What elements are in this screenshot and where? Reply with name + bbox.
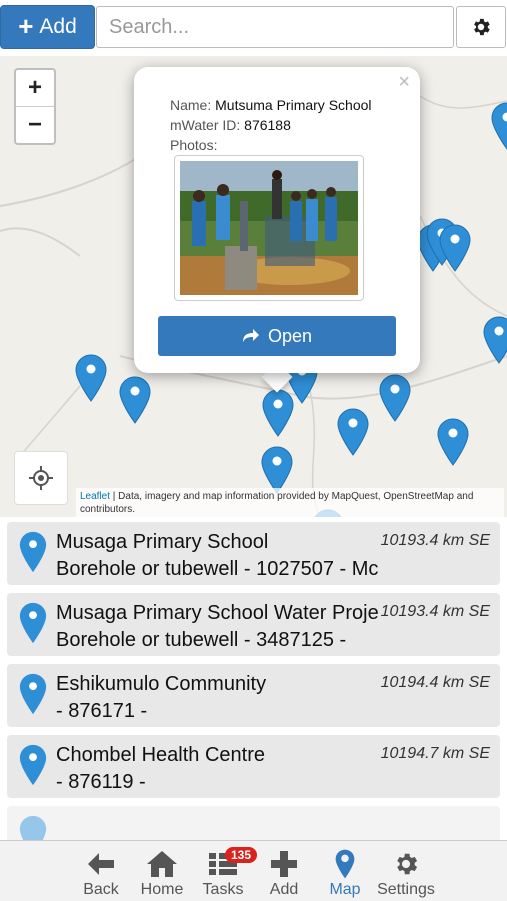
- settings-button[interactable]: [456, 6, 506, 48]
- locate-me-button[interactable]: [14, 451, 68, 505]
- item-details: - 876171 -: [56, 700, 378, 723]
- results-list: Musaga Primary School Borehole or tubewe…: [0, 517, 507, 840]
- bottom-nav: Back Home 135 Tasks Add Map Settings: [0, 840, 507, 901]
- map-marker[interactable]: [379, 374, 411, 422]
- list-item-partial[interactable]: [7, 806, 500, 840]
- map-marker[interactable]: [439, 224, 471, 272]
- map-marker[interactable]: [491, 102, 507, 150]
- popup-name-row: Name: Mutsuma Primary School: [170, 97, 372, 113]
- map-marker-icon: [334, 849, 356, 879]
- home-icon: [146, 850, 178, 878]
- map-marker[interactable]: [261, 446, 293, 494]
- mwater-id-label: mWater ID:: [170, 117, 240, 133]
- photo-thumbnail: [180, 161, 358, 295]
- name-label: Name:: [170, 97, 211, 113]
- plus-icon: +: [18, 13, 33, 39]
- location-pin-icon: [19, 815, 47, 840]
- gear-icon: [470, 16, 492, 38]
- list-item[interactable]: Eshikumulo Community - 876171 - 10194.4 …: [7, 664, 500, 727]
- list-item[interactable]: Chombel Health Centre - 876119 - 10194.7…: [7, 735, 500, 798]
- item-details: - 876119 -: [56, 771, 378, 794]
- leaflet-link[interactable]: Leaflet: [80, 491, 110, 502]
- item-name: Musaga Primary School: [56, 531, 378, 554]
- crosshair-icon: [28, 465, 54, 491]
- zoom-in-button[interactable]: +: [16, 70, 54, 106]
- gear-icon: [392, 850, 420, 878]
- site-photo[interactable]: [174, 155, 364, 301]
- map-attribution: Leaflet | Data, imagery and map informat…: [76, 488, 504, 517]
- location-pin-icon: [19, 531, 47, 573]
- item-distance: 10193.4 km SE: [381, 532, 490, 550]
- nav-settings-label: Settings: [366, 881, 446, 899]
- item-name: Musaga Primary School Water Projec: [56, 602, 378, 625]
- item-distance: 10194.4 km SE: [381, 674, 490, 692]
- add-button-label: Add: [39, 15, 76, 39]
- popup-id-row: mWater ID: 876188: [170, 117, 291, 133]
- location-pin-icon: [19, 744, 47, 786]
- back-arrow-icon: [86, 851, 116, 877]
- item-distance: 10193.4 km SE: [381, 603, 490, 621]
- popup-close-button[interactable]: ×: [398, 71, 410, 94]
- item-distance: 10194.7 km SE: [381, 745, 490, 763]
- tasks-count-badge: 135: [225, 847, 257, 863]
- search-input[interactable]: [96, 6, 454, 48]
- top-toolbar: + Add: [0, 0, 507, 56]
- zoom-control: + −: [14, 68, 56, 145]
- photos-label: Photos:: [170, 137, 217, 153]
- map-marker[interactable]: [337, 408, 369, 456]
- list-item[interactable]: Musaga Primary School Water Projec Boreh…: [7, 593, 500, 656]
- location-pin-icon: [19, 673, 47, 715]
- mwater-id-value: 876188: [244, 117, 291, 133]
- item-details: Borehole or tubewell - 3487125 -: [56, 629, 378, 652]
- map-marker[interactable]: [437, 418, 469, 466]
- name-value: Mutsuma Primary School: [215, 97, 371, 113]
- item-name: Chombel Health Centre: [56, 744, 378, 767]
- share-arrow-icon: [242, 328, 260, 344]
- open-button[interactable]: Open: [158, 316, 396, 356]
- nav-settings[interactable]: Settings: [376, 841, 436, 901]
- add-button[interactable]: + Add: [0, 5, 95, 49]
- item-name: Eshikumulo Community: [56, 673, 378, 696]
- site-popup: × Name: Mutsuma Primary School mWater ID…: [134, 67, 420, 373]
- item-details: Borehole or tubewell - 1027507 - Mc: [56, 558, 378, 581]
- zoom-out-button[interactable]: −: [16, 106, 54, 143]
- map-marker[interactable]: [483, 316, 507, 364]
- list-item[interactable]: Musaga Primary School Borehole or tubewe…: [7, 522, 500, 585]
- plus-icon: [270, 850, 298, 878]
- open-button-label: Open: [268, 326, 312, 347]
- map-marker[interactable]: [119, 376, 151, 424]
- map-marker[interactable]: [75, 354, 107, 402]
- location-pin-icon: [19, 602, 47, 644]
- attribution-text: | Data, imagery and map information prov…: [80, 491, 473, 515]
